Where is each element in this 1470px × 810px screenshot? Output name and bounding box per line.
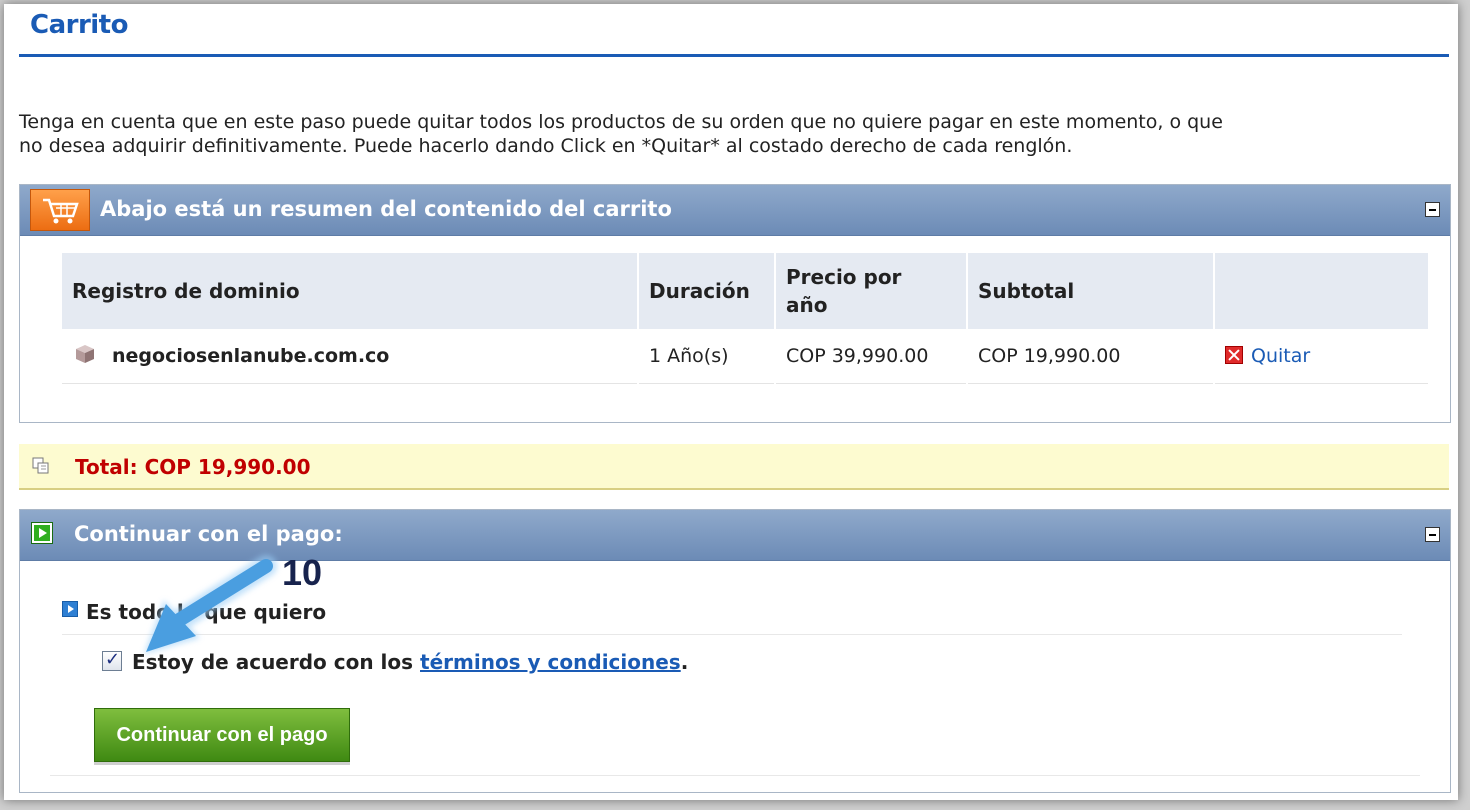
price-cell: COP 39,990.00 bbox=[776, 329, 966, 384]
domain-name: negociosenlanube.com.co bbox=[112, 345, 390, 367]
terms-link[interactable]: términos y condiciones bbox=[420, 650, 681, 674]
checkout-panel: Continuar con el pago: Es todo lo que qu… bbox=[19, 509, 1451, 793]
remove-item-link[interactable]: Quitar bbox=[1225, 345, 1310, 367]
step-number-label: 10 bbox=[282, 552, 323, 593]
remove-label: Quitar bbox=[1251, 345, 1311, 367]
intro-line-1: Tenga en cuenta que en este paso puede q… bbox=[19, 111, 1223, 133]
table-header-row: Registro de dominio Duración Precio por … bbox=[62, 253, 1428, 329]
intro-line-2: no desea adquirir definitivamente. Puede… bbox=[19, 135, 1073, 157]
domain-cell: negociosenlanube.com.co bbox=[62, 329, 637, 384]
cart-summary-header: Abajo está un resumen del contenido del … bbox=[20, 185, 1450, 236]
continue-payment-button[interactable]: Continuar con el pago bbox=[94, 708, 350, 762]
option-row: Es todo lo que quiero bbox=[62, 600, 326, 624]
cart-page: Carrito Tenga en cuenta que en este paso… bbox=[4, 4, 1458, 800]
column-header-price: Precio por año bbox=[776, 253, 966, 329]
total-amount: Total: COP 19,990.00 bbox=[75, 455, 311, 479]
column-header-action bbox=[1215, 253, 1428, 329]
option-label: Es todo lo que quiero bbox=[86, 600, 327, 624]
checkout-header: Continuar con el pago: bbox=[20, 510, 1450, 561]
intro-text: Tenga en cuenta que en este paso puede q… bbox=[19, 110, 1444, 158]
column-header-subtotal: Subtotal bbox=[968, 253, 1213, 329]
terms-prefix: Estoy de acuerdo con los bbox=[132, 650, 421, 674]
package-icon bbox=[76, 345, 94, 363]
shopping-cart-icon bbox=[30, 189, 90, 231]
column-header-price-line2: año bbox=[786, 293, 828, 317]
option-divider bbox=[62, 634, 1402, 635]
column-header-duration: Duración bbox=[639, 253, 774, 329]
cart-table: Registro de dominio Duración Precio por … bbox=[60, 253, 1430, 384]
checkout-title: Continuar con el pago: bbox=[74, 522, 343, 546]
checkout-bottom-divider bbox=[50, 775, 1420, 776]
collapse-summary-button[interactable] bbox=[1425, 202, 1440, 217]
remove-cell: Quitar bbox=[1215, 329, 1428, 384]
play-icon bbox=[31, 522, 53, 544]
title-divider bbox=[19, 54, 1449, 57]
cart-summary-panel: Abajo está un resumen del contenido del … bbox=[19, 184, 1451, 423]
arrow-bullet-icon bbox=[62, 601, 78, 617]
total-bar: Total: COP 19,990.00 bbox=[19, 444, 1449, 490]
page-title: Carrito bbox=[30, 10, 128, 40]
terms-suffix: . bbox=[680, 650, 689, 674]
collapse-checkout-button[interactable] bbox=[1425, 527, 1440, 542]
remove-icon bbox=[1225, 346, 1243, 364]
terms-row: Estoy de acuerdo con los términos y cond… bbox=[102, 649, 689, 674]
copy-icon bbox=[32, 457, 49, 474]
duration-cell: 1 Año(s) bbox=[639, 329, 774, 384]
subtotal-cell: COP 19,990.00 bbox=[968, 329, 1213, 384]
column-header-domain: Registro de dominio bbox=[62, 253, 637, 329]
cart-summary-title: Abajo está un resumen del contenido del … bbox=[100, 197, 672, 221]
terms-checkbox[interactable] bbox=[102, 649, 122, 671]
table-row: negociosenlanube.com.co 1 Año(s) COP 39,… bbox=[62, 329, 1428, 384]
column-header-price-line1: Precio por bbox=[786, 265, 902, 289]
